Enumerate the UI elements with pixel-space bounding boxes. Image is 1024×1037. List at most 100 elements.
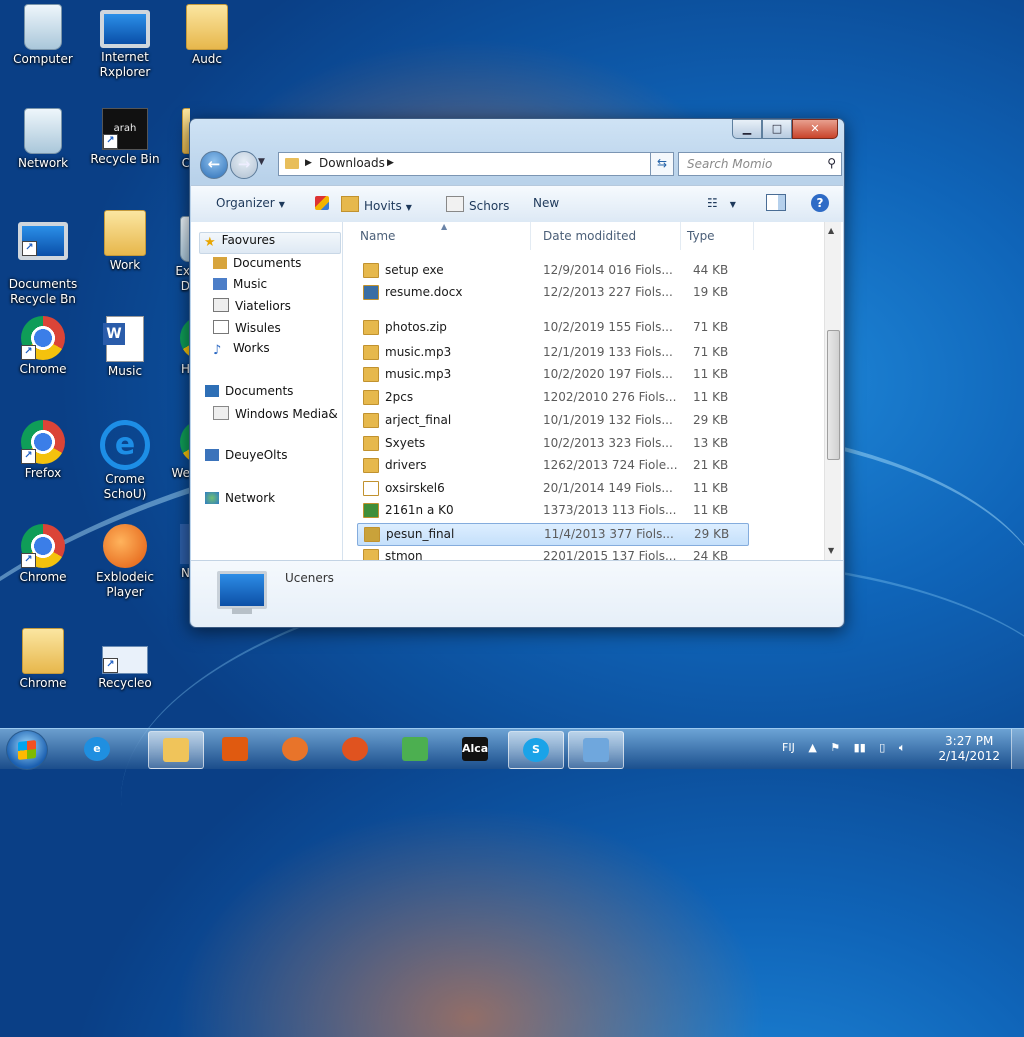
- taskbar-button[interactable]: [388, 731, 442, 767]
- scroll-up-icon[interactable]: ▲: [828, 226, 834, 235]
- desktop-icon-partial[interactable]: N: [166, 524, 190, 581]
- nav-documents-library[interactable]: Documents: [205, 384, 355, 404]
- nav-favorites[interactable]: ★ Faovures: [199, 232, 341, 254]
- file-row[interactable]: resume.docx 12/2/2013 227 Fiols... 19 KB: [357, 282, 747, 303]
- desktop-icon-partial[interactable]: C: [166, 108, 190, 171]
- desktop-icon-recycleo[interactable]: ↗ Recycleo: [84, 640, 166, 691]
- file-row[interactable]: 2161n a K0 1373/2013 113 Fiols... 11 KB: [357, 500, 747, 521]
- desktop-icon-partial[interactable]: We: [166, 420, 190, 481]
- desktop-icon-recycle-bin[interactable]: arah ↗ Recycle Bin: [84, 108, 166, 167]
- forward-button[interactable]: →: [230, 151, 258, 179]
- breadcrumb-downloads[interactable]: Downloads: [319, 156, 385, 170]
- column-separator[interactable]: [680, 222, 681, 250]
- search-icon[interactable]: ⚲: [827, 156, 836, 170]
- nav-viateliors[interactable]: Viateliors: [213, 298, 363, 318]
- column-separator[interactable]: [530, 222, 531, 250]
- breadcrumb-arrow-icon[interactable]: ▶: [387, 158, 394, 168]
- desktop-icon-chrome-3[interactable]: Chrome: [2, 628, 84, 691]
- organize-button[interactable]: Organizer ▼: [216, 196, 285, 210]
- maximize-button[interactable]: □: [762, 119, 792, 139]
- desktop-icon-partial[interactable]: H: [166, 316, 190, 377]
- desktop-icon-network[interactable]: Network: [2, 108, 84, 171]
- desktop-icon-work[interactable]: Work: [84, 210, 166, 273]
- taskbar-button[interactable]: Alca: [448, 731, 502, 767]
- refresh-button[interactable]: ⇆: [650, 152, 674, 176]
- nav-works[interactable]: ♪ Works: [213, 341, 363, 361]
- show-hidden-icons-icon[interactable]: ▲: [808, 741, 816, 754]
- nav-documents[interactable]: Documents: [213, 256, 363, 276]
- paint-brush-button[interactable]: [315, 196, 334, 211]
- column-header-type[interactable]: Type: [687, 229, 715, 251]
- file-row[interactable]: drivers 1262/2013 724 Fiole... 21 KB: [357, 455, 747, 476]
- network-status-icon[interactable]: ▮▮: [854, 741, 866, 754]
- close-button[interactable]: ✕: [792, 119, 838, 139]
- file-row[interactable]: Sxyets 10/2/2013 323 Fiols... 13 KB: [357, 433, 747, 454]
- desktop-icon-partial[interactable]: Ex D: [166, 216, 190, 294]
- desktop-icon-audio[interactable]: Audc: [166, 4, 248, 67]
- preview-pane-button[interactable]: [766, 194, 786, 211]
- computer-icon: [205, 385, 219, 397]
- search-input[interactable]: [685, 156, 819, 172]
- volume-icon[interactable]: 🔈︎: [899, 741, 906, 754]
- file-row[interactable]: arject_final 10/1/2019 132 Fiols... 29 KB: [357, 410, 747, 431]
- file-row[interactable]: photos.zip 10/2/2019 155 Fiols... 71 KB: [357, 317, 747, 338]
- vertical-scrollbar[interactable]: ▲ ▼: [824, 222, 841, 560]
- desktop-icon-internet-explorer[interactable]: Internet Rxplorer: [84, 4, 166, 80]
- taskbar-button[interactable]: [208, 731, 262, 767]
- search-box[interactable]: ⚲: [678, 152, 842, 176]
- show-desktop-button[interactable]: [1011, 729, 1024, 769]
- battery-icon[interactable]: ▯: [879, 741, 885, 754]
- clock[interactable]: 3:27 PM 2/14/2012: [938, 734, 1000, 764]
- file-row[interactable]: setup exe 12/9/2014 016 Fiols... 44 KB: [357, 260, 747, 281]
- new-folder-button[interactable]: New: [533, 196, 559, 210]
- desktop-icon-label: Computer: [13, 52, 73, 66]
- start-button[interactable]: [6, 730, 48, 770]
- action-center-icon[interactable]: ⚑: [830, 741, 840, 754]
- shortcut-arrow-icon: ↗: [21, 345, 36, 360]
- desktop-icon-label: Network: [17, 156, 69, 170]
- file-row[interactable]: 2pcs 1202/2010 276 Fiols... 11 KB: [357, 387, 747, 408]
- taskbar-button[interactable]: S: [508, 731, 564, 769]
- desktop-icon-crome-school[interactable]: e Crome SchoU): [84, 420, 166, 502]
- taskbar-button[interactable]: e: [70, 731, 124, 767]
- recent-pages-dropdown[interactable]: ▼: [258, 157, 265, 167]
- file-name: photos.zip: [385, 320, 447, 334]
- language-indicator[interactable]: FIJ: [782, 741, 795, 754]
- column-header-date[interactable]: Date modidited: [543, 229, 636, 251]
- desktop-icon-chrome[interactable]: ↗ Chrome: [2, 316, 84, 377]
- back-button[interactable]: ←: [200, 151, 228, 179]
- taskbar-button[interactable]: [268, 731, 322, 767]
- file-row[interactable]: music.mp3 10/2/2020 197 Fiols... 11 KB: [357, 364, 747, 385]
- navigation-bar: ← → ▼ ▶ Downloads ▶ ▼ ⇆ ⚲: [198, 149, 842, 179]
- taskbar-button[interactable]: [328, 731, 382, 767]
- scrollbar-thumb[interactable]: [827, 330, 840, 460]
- hovits-button[interactable]: Hovits ▼: [341, 196, 412, 213]
- file-row[interactable]: music.mp3 12/1/2019 133 Fiols... 71 KB: [357, 342, 747, 363]
- breadcrumb-arrow-icon[interactable]: ▶: [305, 158, 312, 168]
- nav-windows-media[interactable]: Windows Media&: [213, 406, 341, 426]
- desktop-icon-computer[interactable]: Computer: [2, 4, 84, 67]
- file-row[interactable]: oxsirskel6 20/1/2014 149 Fiols... 11 KB: [357, 478, 747, 499]
- column-separator[interactable]: [753, 222, 754, 250]
- desktop-icon-documents[interactable]: ↗ Documents Recycle Bn: [2, 216, 84, 307]
- taskbar-button[interactable]: [568, 731, 624, 769]
- view-options-button[interactable]: ☷ ▼: [707, 196, 736, 210]
- column-header-name[interactable]: Name: [360, 229, 395, 251]
- taskbar-button[interactable]: [148, 731, 204, 769]
- desktop-icon-player[interactable]: Exblodeic Player: [84, 524, 166, 600]
- schors-button[interactable]: Schors: [446, 196, 509, 213]
- nav-network[interactable]: Network: [205, 491, 355, 511]
- scroll-down-icon[interactable]: ▼: [828, 546, 834, 555]
- desktop-icon-music[interactable]: Music: [84, 316, 166, 379]
- nav-devices[interactable]: DeuyeOlts: [205, 448, 355, 468]
- desktop-icon-firefox[interactable]: ↗ Frefox: [2, 420, 84, 481]
- nav-music[interactable]: Music: [213, 277, 363, 297]
- explorer-window[interactable]: ▁ □ ✕ ← → ▼ ▶ Downloads ▶ ▼ ⇆ ⚲ Organize…: [189, 118, 845, 628]
- help-button[interactable]: ?: [811, 194, 829, 212]
- file-row[interactable]: pesun_final 11/4/2013 377 Fiols... 29 KB: [357, 523, 749, 546]
- address-bar[interactable]: ▶ Downloads ▶ ▼: [278, 152, 674, 176]
- minimize-button[interactable]: ▁: [732, 119, 762, 139]
- desktop-icon-chrome-2[interactable]: ↗ Chrome: [2, 524, 84, 585]
- dropdown-arrow-icon: ▼: [405, 203, 412, 212]
- nav-wisules[interactable]: Wisules: [213, 320, 363, 340]
